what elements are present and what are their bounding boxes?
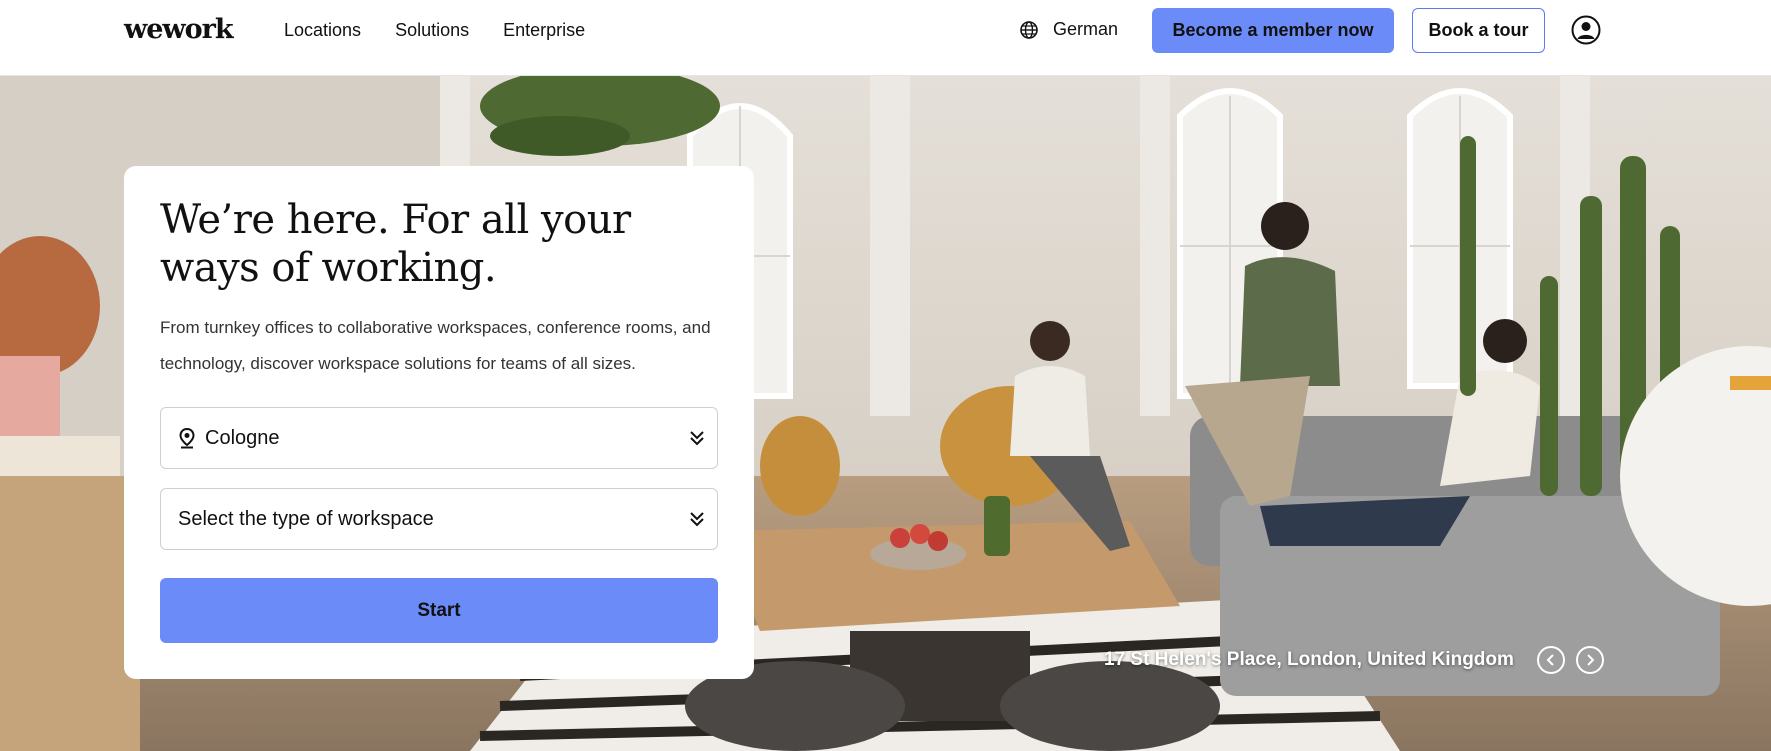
location-value: Cologne <box>205 426 280 449</box>
carousel-next-button[interactable] <box>1576 646 1604 674</box>
language-label: German <box>1053 19 1119 39</box>
chevron-down-icon <box>690 512 704 527</box>
hero-description: From turnkey offices to collaborative wo… <box>160 318 711 373</box>
location-pin-icon <box>179 427 195 449</box>
chevron-left-icon <box>1546 654 1554 666</box>
location-select[interactable]: Cologne <box>160 407 718 469</box>
chevron-right-icon <box>1587 654 1595 666</box>
become-member-button[interactable]: Become a member now <box>1152 8 1394 53</box>
book-tour-button[interactable]: Book a tour <box>1412 8 1545 53</box>
wework-logo[interactable]: wework <box>124 14 234 45</box>
chevron-down-icon <box>690 431 704 446</box>
nav-solutions[interactable]: Solutions <box>395 20 469 41</box>
nav-locations[interactable]: Locations <box>284 20 361 41</box>
site-header: wework Locations Solutions Enterprise Ge… <box>0 0 1771 76</box>
workspace-type-placeholder: Select the type of workspace <box>178 507 434 530</box>
hero-search-card: We’re here. For all your ways of working… <box>124 166 754 679</box>
workspace-type-select[interactable]: Select the type of workspace <box>160 488 718 550</box>
user-icon[interactable] <box>1571 15 1601 45</box>
globe-icon <box>1020 20 1038 39</box>
nav-enterprise[interactable]: Enterprise <box>503 20 585 41</box>
main-nav: Locations Solutions Enterprise <box>284 20 585 41</box>
carousel-prev-button[interactable] <box>1537 646 1565 674</box>
hero-title: We’re here. For all your ways of working… <box>160 197 631 291</box>
start-button[interactable]: Start <box>160 578 718 643</box>
photo-location-caption: 17 St Helen's Place, London, United King… <box>1104 649 1514 670</box>
language-selector[interactable]: German <box>1019 19 1118 40</box>
